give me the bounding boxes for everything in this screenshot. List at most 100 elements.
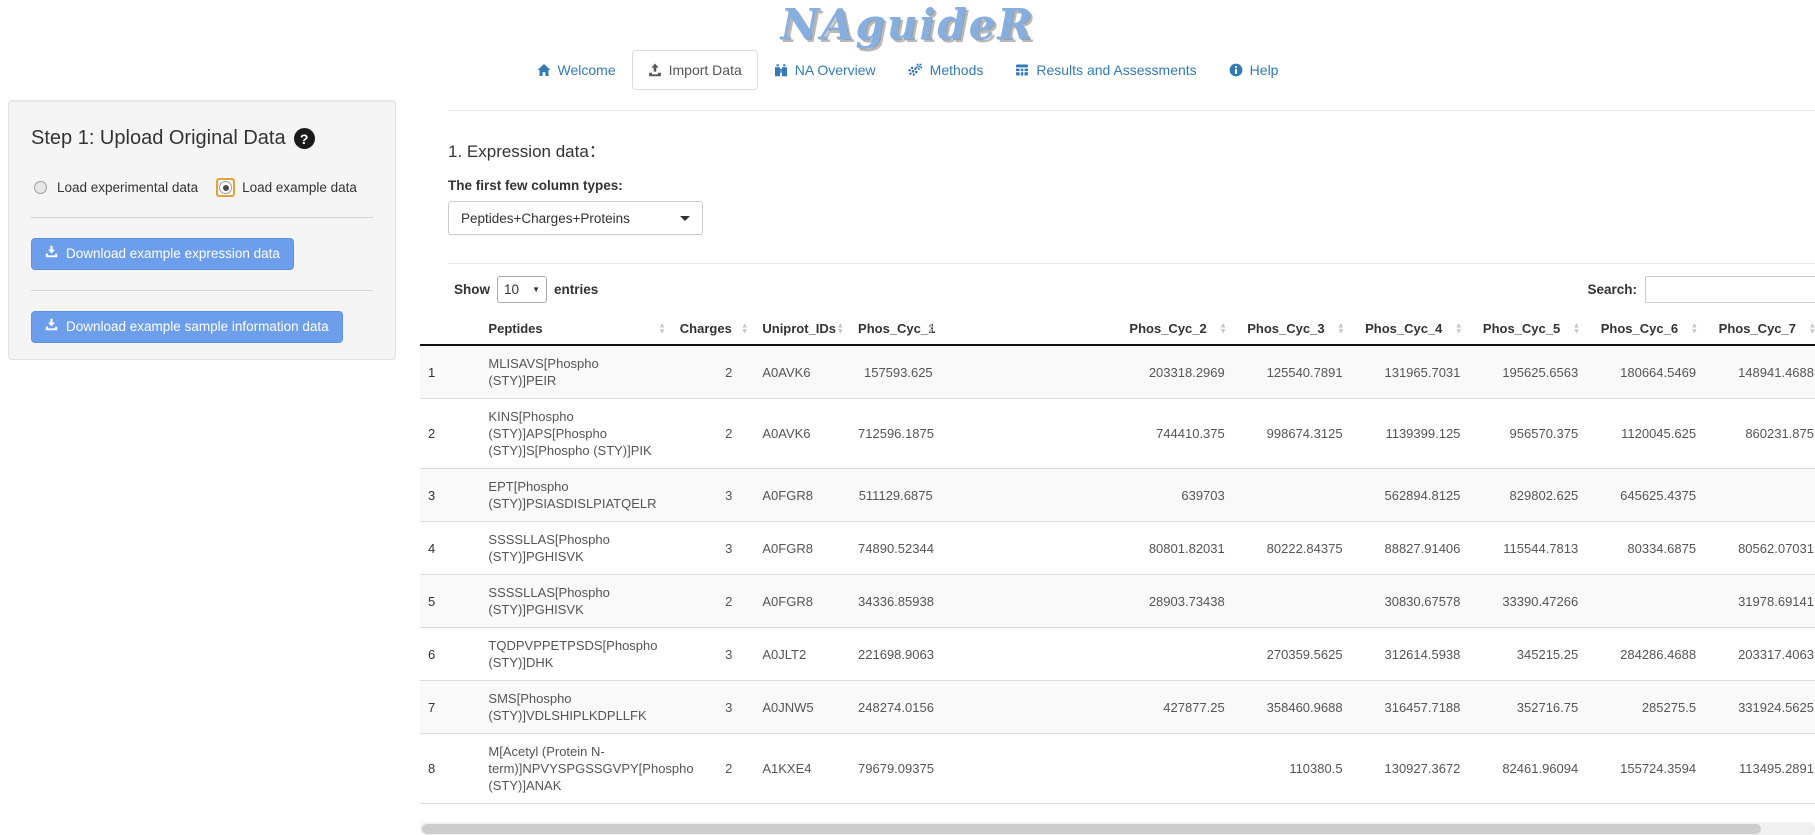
column-types-select[interactable]: Peptides+Charges+Proteins — [448, 201, 703, 235]
tab-methods[interactable]: Methods — [892, 50, 1000, 90]
table-search: Search: — [1587, 276, 1815, 303]
cell-phos-cyc-5: 829802.625 — [1468, 469, 1586, 522]
divider — [31, 217, 373, 218]
tab-label: Methods — [930, 60, 984, 80]
tab-label: NA Overview — [795, 60, 876, 80]
app-header: NAguideR — [0, 0, 1815, 50]
row-index-cell: 2 — [420, 399, 480, 469]
cell-phos-cyc-6 — [1586, 575, 1704, 628]
cell-peptides: MLISAVS[Phospho (STY)]PEIR — [480, 345, 671, 399]
column-header-phos-cyc-2[interactable]: Phos_Cyc_2▲▼ — [941, 313, 1233, 345]
tab-label: Welcome — [558, 60, 616, 80]
table-row: 7SMS[Phospho (STY)]VDLSHIPLKDPLLFK3A0JNW… — [420, 681, 1815, 734]
cell-uniprot-ids: A0AVK6 — [754, 345, 850, 399]
radio-option-0[interactable]: Load experimental data — [31, 178, 198, 197]
cell-phos-cyc-3: 358460.9688 — [1233, 681, 1351, 734]
table-row: 6TQDPVPPETPSDS[Phospho (STY)]DHK3A0JLT22… — [420, 628, 1815, 681]
cell-peptides: M[Acetyl (Protein N-term)]NPVYSPGSSGVPY[… — [480, 734, 671, 804]
sort-icons: ▲▼ — [1455, 322, 1462, 335]
cell-phos-cyc-1: 79679.09375 — [850, 734, 941, 804]
cell-phos-cyc-2: 28903.73438 — [941, 575, 1233, 628]
import-data-content: 1. Expression data： The first few column… — [420, 96, 1815, 835]
cell-phos-cyc-4: 130927.3672 — [1351, 734, 1469, 804]
sort-icons: ▲▼ — [1809, 322, 1815, 335]
column-header-charges[interactable]: Charges▲▼ — [672, 313, 755, 345]
main-nav: Welcome Import Data NA Overview Methods … — [0, 50, 1815, 90]
scrollbar-thumb[interactable] — [422, 824, 1761, 834]
cell-phos-cyc-7: 331924.5625 — [1704, 681, 1815, 734]
cell-phos-cyc-6: 180664.5469 — [1586, 345, 1704, 399]
page-length-select[interactable]: 10 ▼ — [497, 276, 547, 303]
cell-phos-cyc-4: 88827.91406 — [1351, 522, 1469, 575]
sort-icons: ▲▼ — [1337, 322, 1344, 335]
tab-welcome[interactable]: Welcome — [521, 50, 632, 90]
gears-icon — [908, 63, 923, 77]
cell-phos-cyc-5: 33390.47266 — [1468, 575, 1586, 628]
cell-charges: 3 — [672, 681, 755, 734]
cell-phos-cyc-5: 195625.6563 — [1468, 345, 1586, 399]
cell-phos-cyc-1: 34336.85938 — [850, 575, 941, 628]
divider — [448, 110, 1815, 111]
cell-uniprot-ids: A0FGR8 — [754, 469, 850, 522]
cell-phos-cyc-1: 74890.52344 — [850, 522, 941, 575]
question-circle-icon[interactable]: ? — [294, 128, 315, 149]
sort-icons: ▲▼ — [658, 322, 665, 335]
cell-uniprot-ids: A1KXE4 — [754, 734, 850, 804]
cell-phos-cyc-7: 113495.2891 — [1704, 734, 1815, 804]
upload-icon — [648, 63, 662, 77]
column-header-phos-cyc-4[interactable]: Phos_Cyc_4▲▼ — [1351, 313, 1469, 345]
cell-phos-cyc-7: 860231.875 — [1704, 399, 1815, 469]
download-sample-info-button[interactable]: Download example sample information data — [31, 311, 343, 343]
column-header-phos-cyc-5[interactable]: Phos_Cyc_5▲▼ — [1468, 313, 1586, 345]
table-icon — [1015, 63, 1029, 77]
radio-ring — [216, 178, 235, 197]
cell-peptides: TQDPVPPETPSDS[Phospho (STY)]DHK — [480, 628, 671, 681]
tab-results-assessments[interactable]: Results and Assessments — [999, 50, 1212, 90]
cell-phos-cyc-4: 30830.67578 — [1351, 575, 1469, 628]
radio-option-1[interactable]: Load example data — [216, 178, 357, 197]
show-label: Show — [454, 282, 490, 297]
column-header-phos-cyc-6[interactable]: Phos_Cyc_6▲▼ — [1586, 313, 1704, 345]
cell-phos-cyc-1: 712596.1875 — [850, 399, 941, 469]
radio-label: Load experimental data — [57, 180, 198, 195]
cell-phos-cyc-6: 80334.6875 — [1586, 522, 1704, 575]
tab-import-data[interactable]: Import Data — [632, 50, 758, 90]
selected-value: Peptides+Charges+Proteins — [461, 211, 680, 226]
row-index-cell: 4 — [420, 522, 480, 575]
sort-icons: ▲▼ — [837, 322, 844, 335]
search-input[interactable] — [1645, 276, 1815, 303]
cell-phos-cyc-2: 639703 — [941, 469, 1233, 522]
download-expression-data-button[interactable]: Download example expression data — [31, 238, 294, 270]
cell-phos-cyc-1: 221698.9063 — [850, 628, 941, 681]
cell-phos-cyc-3 — [1233, 575, 1351, 628]
radio-ring — [31, 178, 50, 197]
divider — [31, 290, 373, 291]
column-header-phos-cyc-3[interactable]: Phos_Cyc_3▲▼ — [1233, 313, 1351, 345]
expression-data-table: Peptides▲▼ Charges▲▼ Uniprot_IDs▲▼ Phos_… — [420, 313, 1815, 804]
cell-phos-cyc-1: 511129.6875 — [850, 469, 941, 522]
tab-label: Help — [1250, 60, 1279, 80]
cell-uniprot-ids: A0AVK6 — [754, 399, 850, 469]
table-row: 2KINS[Phospho (STY)]APS[Phospho (STY)]S[… — [420, 399, 1815, 469]
column-header-phos-cyc-7[interactable]: Phos_Cyc_7▲▼ — [1704, 313, 1815, 345]
tab-label: Import Data — [669, 60, 742, 80]
table-row: 3EPT[Phospho (STY)]PSIASDISLPIATQELR3A0F… — [420, 469, 1815, 522]
table-header: Peptides▲▼ Charges▲▼ Uniprot_IDs▲▼ Phos_… — [420, 313, 1815, 345]
tab-help[interactable]: Help — [1213, 50, 1295, 90]
tab-na-overview[interactable]: NA Overview — [758, 50, 892, 90]
column-header-peptides[interactable]: Peptides▲▼ — [480, 313, 671, 345]
row-index-cell: 1 — [420, 345, 480, 399]
table-row: 5SSSSLLAS[Phospho (STY)]PGHISVK2A0FGR834… — [420, 575, 1815, 628]
cell-charges: 2 — [672, 399, 755, 469]
column-header-phos-cyc-1[interactable]: Phos_Cyc_1▲▼ — [850, 313, 941, 345]
tab-label: Results and Assessments — [1036, 60, 1196, 80]
divider — [448, 263, 1815, 264]
cell-phos-cyc-3: 80222.84375 — [1233, 522, 1351, 575]
cell-phos-cyc-5: 82461.96094 — [1468, 734, 1586, 804]
cell-phos-cyc-7 — [1704, 469, 1815, 522]
row-index-cell: 7 — [420, 681, 480, 734]
cell-phos-cyc-4: 131965.7031 — [1351, 345, 1469, 399]
download-icon — [45, 245, 58, 263]
download-icon — [45, 318, 58, 336]
column-header-uniprot-ids[interactable]: Uniprot_IDs▲▼ — [754, 313, 850, 345]
